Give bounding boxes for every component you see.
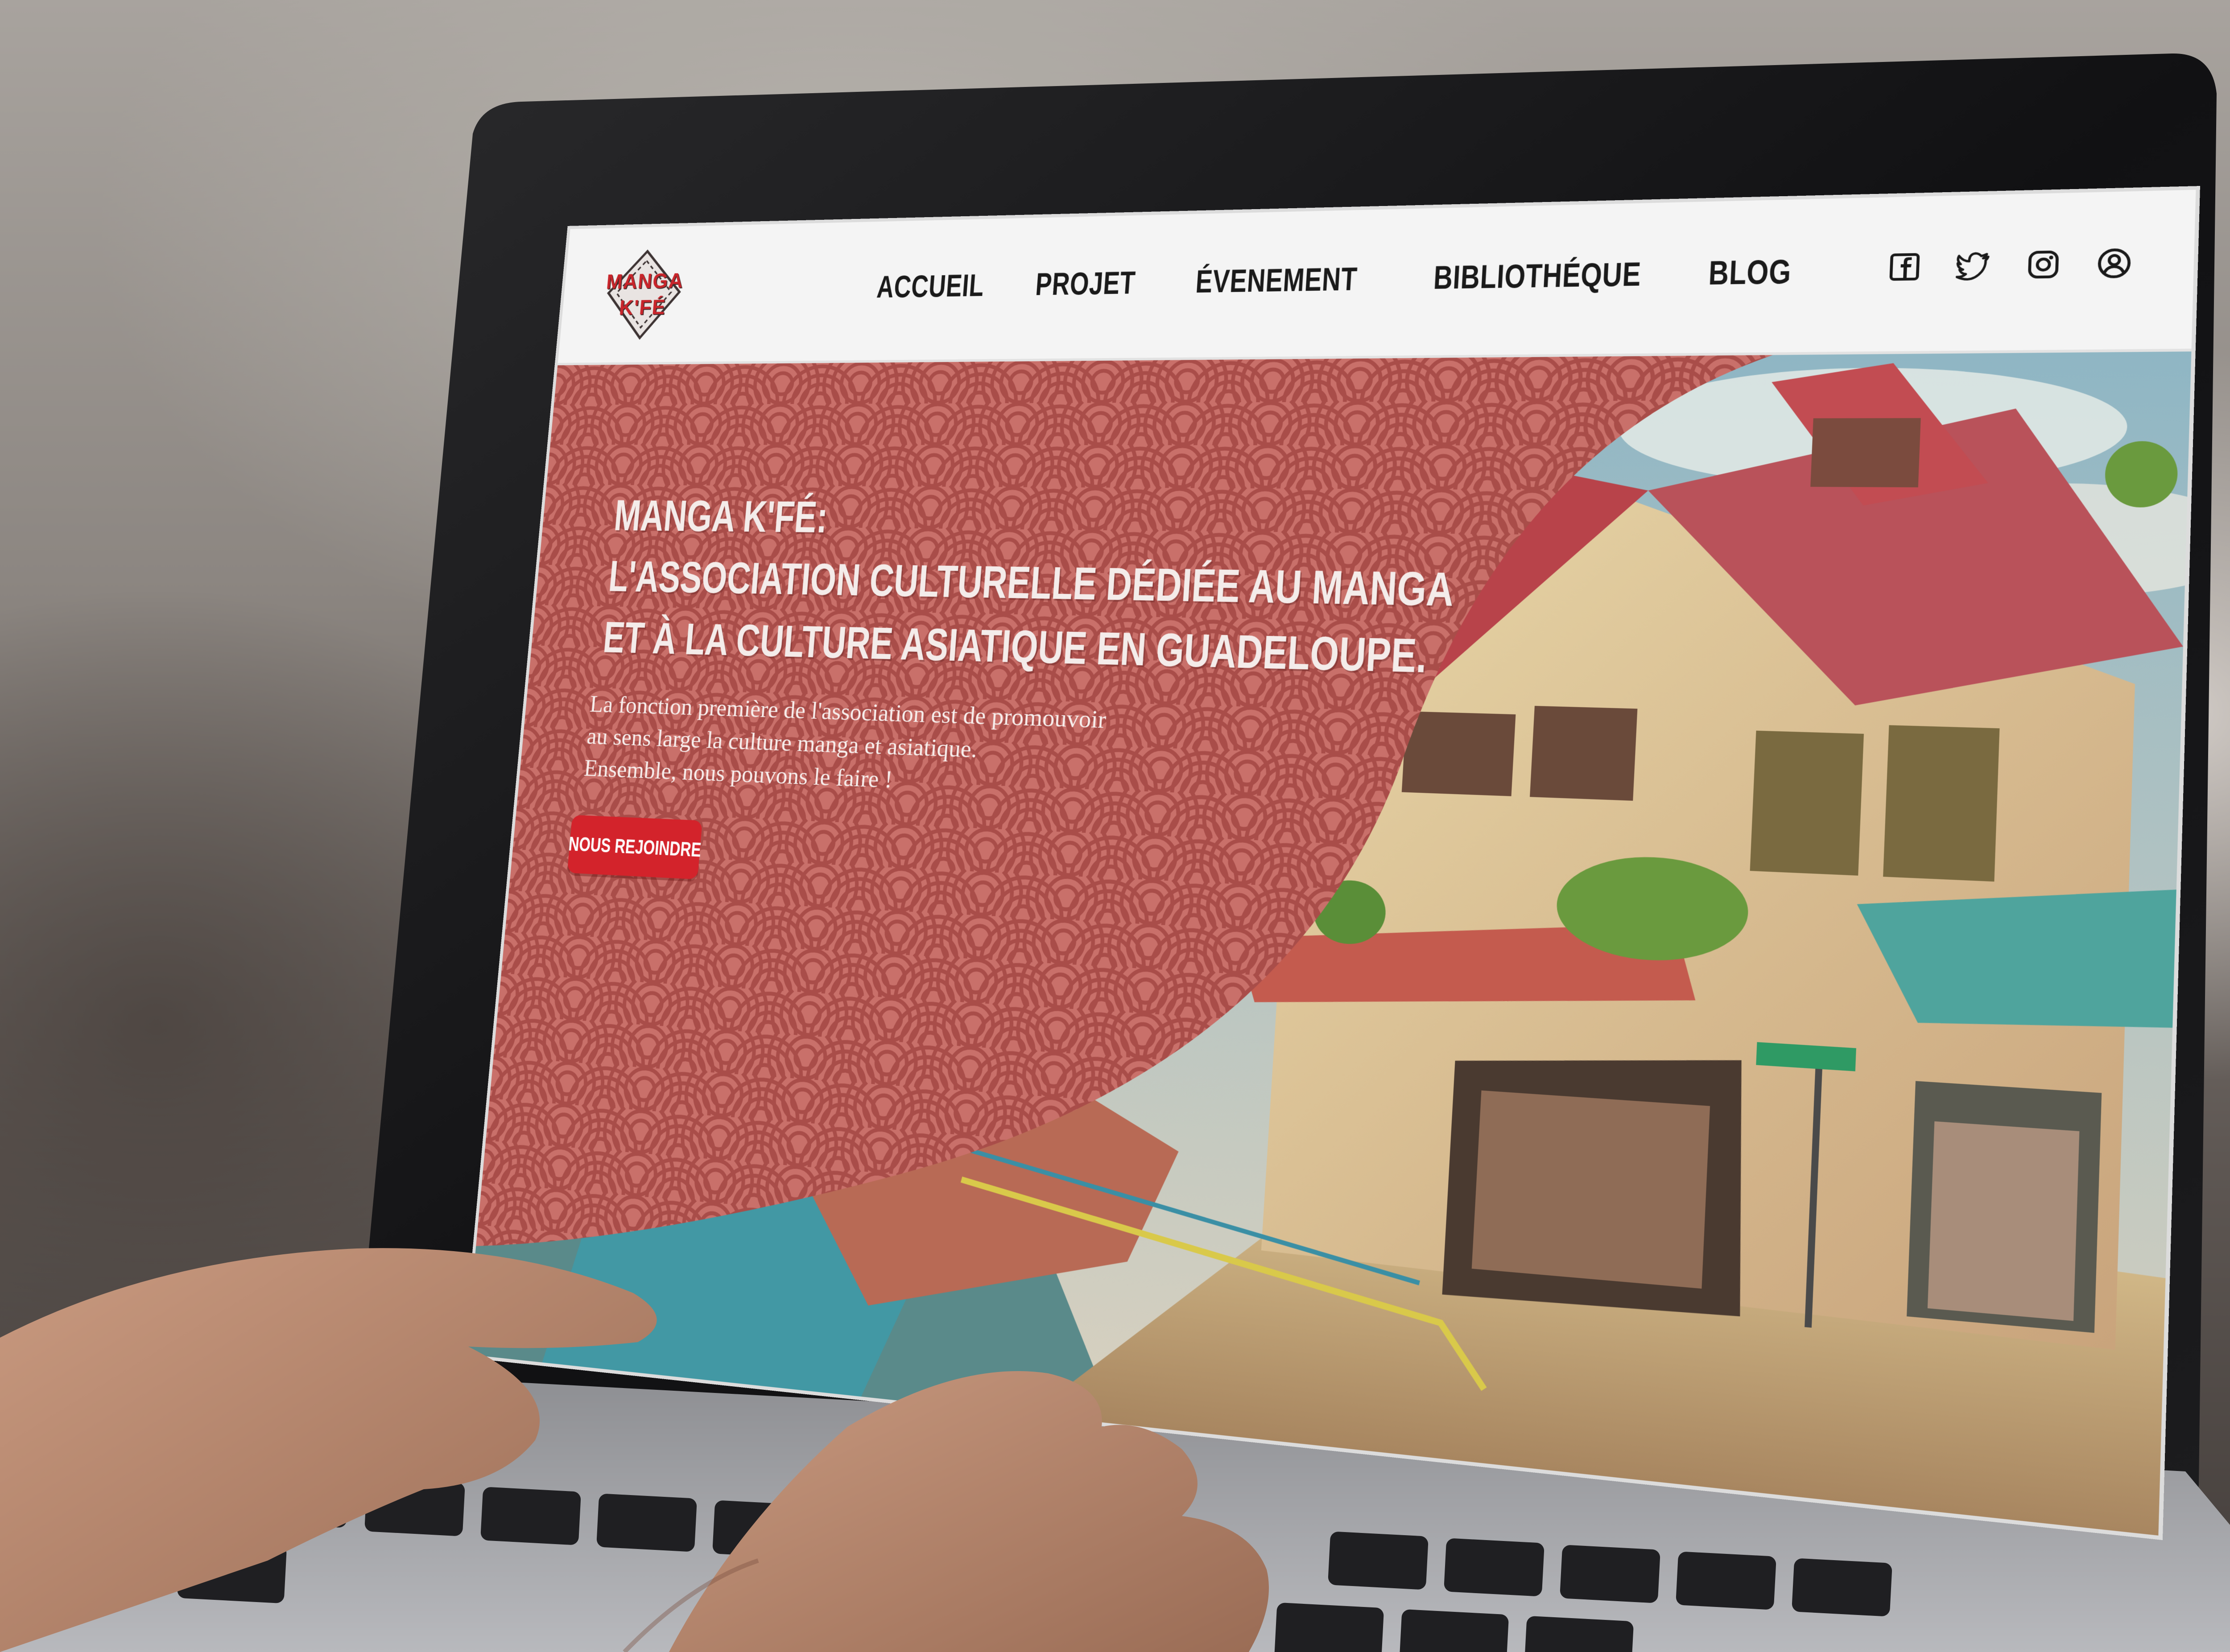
facebook-icon[interactable] xyxy=(1887,251,1923,283)
instagram-icon[interactable] xyxy=(2025,248,2061,281)
hero-title: MANGA K'FÉ: L'ASSOCIATION CULTURELLE DÉD… xyxy=(601,485,1456,684)
twitter-icon[interactable] xyxy=(1956,249,1991,282)
site-header: MANGA K'FÉ ACCUEIL PROJET ÉVENEMENT BIBL… xyxy=(558,190,2196,366)
laptop-screen: MANGA K'FÉ ACCUEIL PROJET ÉVENEMENT BIBL… xyxy=(0,0,2230,1652)
user-account-icon[interactable] xyxy=(2096,247,2132,280)
join-button-label: NOUS REJOINDRE xyxy=(567,832,702,861)
nav-blog[interactable]: BLOG xyxy=(1708,252,1792,292)
nav-accueil[interactable]: ACCUEIL xyxy=(875,268,985,305)
join-button[interactable]: NOUS REJOINDRE xyxy=(567,815,703,880)
nav-bibliotheque[interactable]: BIBLIOTHÉQUE xyxy=(1432,255,1642,297)
nav-projet[interactable]: PROJET xyxy=(1035,264,1137,302)
hero-title-line-2: L'ASSOCIATION CULTURELLE DÉDIÉE AU MANGA xyxy=(607,551,1456,616)
website: MANGA K'FÉ ACCUEIL PROJET ÉVENEMENT BIBL… xyxy=(466,190,2196,1536)
nav-evenement[interactable]: ÉVENEMENT xyxy=(1194,260,1358,300)
hero-section: MANGA K'FÉ: L'ASSOCIATION CULTURELLE DÉD… xyxy=(466,351,2192,1536)
social-links xyxy=(1887,247,2133,283)
hero-title-line-1: MANGA K'FÉ: xyxy=(612,490,830,542)
